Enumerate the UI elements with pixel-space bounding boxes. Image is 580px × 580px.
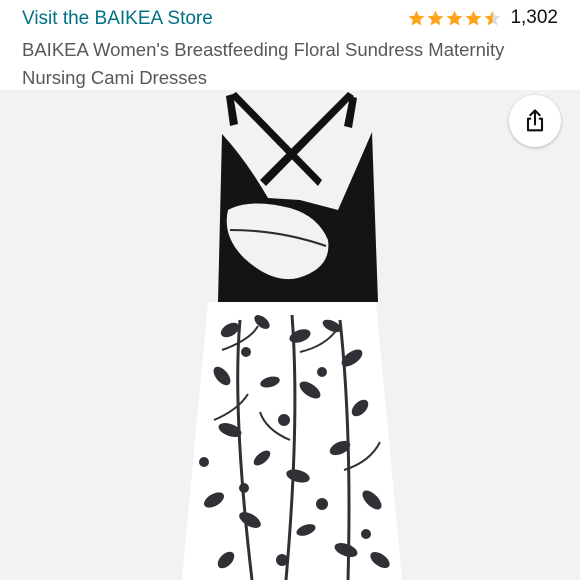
- product-image-area[interactable]: [0, 90, 580, 580]
- star-full-icon: [409, 10, 425, 26]
- share-button[interactable]: [509, 95, 561, 147]
- star-full-icon: [447, 10, 463, 26]
- star-full-icon: [428, 10, 444, 26]
- product-header: Visit the BAIKEA Store 1,302 BAIKEA Wome…: [0, 0, 580, 92]
- star-rating: [407, 9, 502, 28]
- share-icon: [526, 109, 544, 132]
- star-half-icon: [485, 10, 501, 26]
- product-title: BAIKEA Women's Breastfeeding Floral Sund…: [22, 39, 505, 88]
- review-count[interactable]: 1,302: [510, 7, 558, 29]
- store-link[interactable]: Visit the BAIKEA Store: [22, 8, 213, 30]
- product-image[interactable]: [0, 90, 580, 580]
- star-full-icon: [466, 10, 482, 26]
- rating-summary[interactable]: 1,302: [407, 7, 558, 29]
